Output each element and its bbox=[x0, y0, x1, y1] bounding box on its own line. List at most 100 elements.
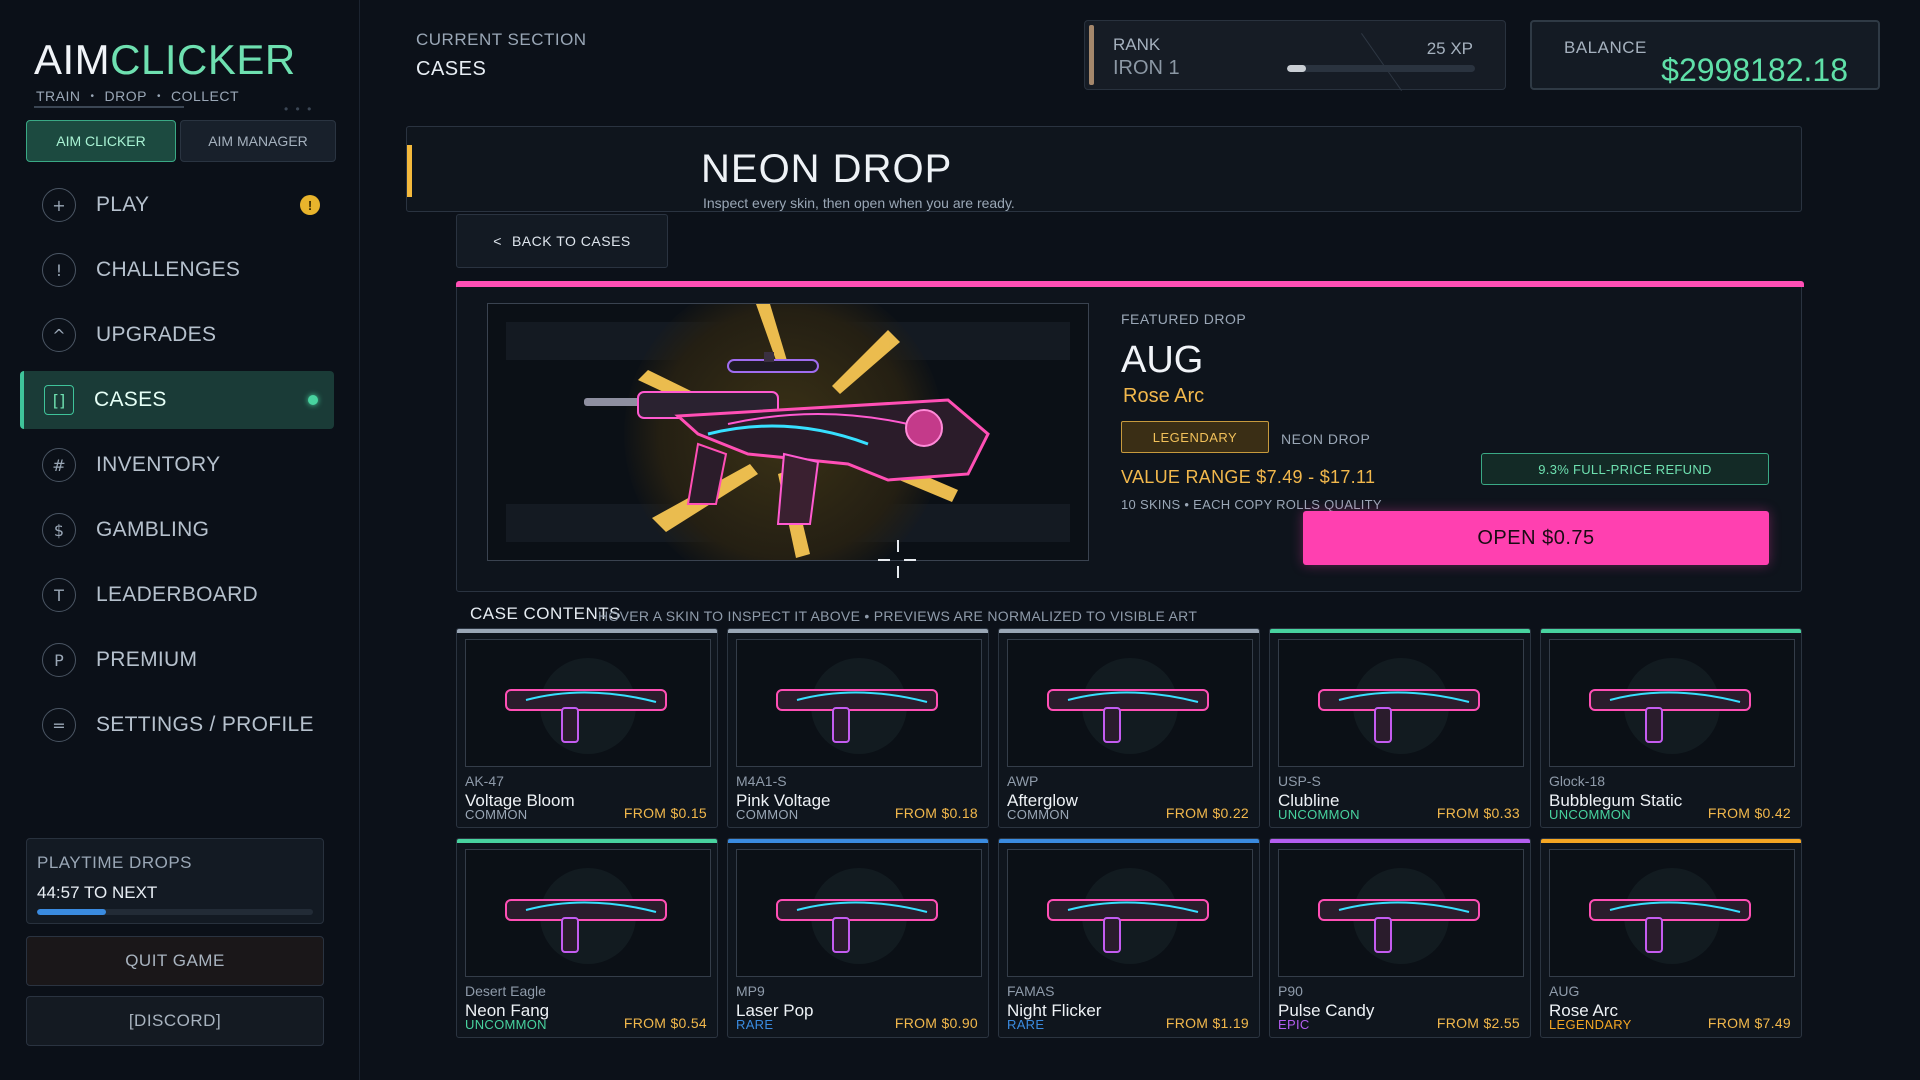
sidebar-item-leaderboard[interactable]: T LEADERBOARD bbox=[20, 566, 334, 624]
case-item-card[interactable]: M4A1-S Pink Voltage COMMON FROM $0.18 bbox=[727, 628, 989, 828]
weapon-name: MP9 bbox=[736, 983, 765, 999]
case-item-card[interactable]: AK-47 Voltage Bloom COMMON FROM $0.15 bbox=[456, 628, 718, 828]
playtime-progress-fill bbox=[37, 909, 106, 915]
balance-label: BALANCE bbox=[1564, 38, 1647, 57]
price-label: FROM $0.22 bbox=[1165, 805, 1249, 821]
tagline-underline bbox=[34, 106, 184, 108]
rarity-stripe bbox=[457, 629, 717, 633]
price-label: FROM $0.54 bbox=[623, 1015, 707, 1031]
value-range: VALUE RANGE $7.49 - $17.11 bbox=[1121, 467, 1376, 487]
price-label: FROM $0.42 bbox=[1707, 805, 1791, 821]
rarity-label: UNCOMMON bbox=[1278, 807, 1360, 822]
weapon-name: Glock-18 bbox=[1549, 773, 1606, 789]
case-header-accent bbox=[407, 145, 412, 197]
case-item-card[interactable]: Glock-18 Bubblegum Static UNCOMMON FROM $0.… bbox=[1540, 628, 1802, 828]
case-item-card[interactable]: AUG Rose Arc LEGENDARY FROM $7.49 bbox=[1540, 838, 1802, 1038]
weapon-name: M4A1-S bbox=[736, 773, 787, 789]
aug-icon bbox=[1589, 899, 1751, 953]
menu-lines-icon: = bbox=[42, 708, 76, 742]
rarity-label: EPIC bbox=[1278, 1017, 1310, 1032]
case-title: NEON DROP bbox=[701, 147, 953, 191]
case-item-card[interactable]: USP-S Clubline UNCOMMON FROM $0.33 bbox=[1269, 628, 1531, 828]
sidebar-item-play[interactable]: + PLAY ! bbox=[20, 176, 334, 234]
price-label: FROM $2.55 bbox=[1436, 1015, 1520, 1031]
sidebar-item-label: PLAY bbox=[96, 193, 150, 216]
skin-preview bbox=[736, 639, 982, 767]
back-button-label: BACK TO CASES bbox=[511, 233, 631, 249]
logo-part-aim: AIM bbox=[34, 36, 111, 83]
back-to-cases-button[interactable]: < BACK TO CASES bbox=[456, 214, 668, 268]
sidebar-item-premium[interactable]: P PREMIUM bbox=[20, 631, 334, 689]
rarity-label: UNCOMMON bbox=[465, 1017, 547, 1032]
tagline-word: TRAIN bbox=[36, 88, 81, 104]
featured-drop-panel: FEATURED DROP AUG Rose Arc LEGENDARY NEO… bbox=[456, 281, 1804, 592]
discord-button[interactable]: [DISCORD] bbox=[26, 996, 324, 1046]
rank-panel: RANK IRON 1 25 XP bbox=[1084, 20, 1506, 91]
sidebar-item-label: SETTINGS / PROFILE bbox=[96, 713, 314, 736]
alert-badge-icon: ! bbox=[300, 195, 320, 215]
caret-up-icon: ^ bbox=[42, 318, 76, 352]
current-section-value: CASES bbox=[416, 58, 487, 80]
case-item-card[interactable]: MP9 Laser Pop RARE FROM $0.90 bbox=[727, 838, 989, 1038]
price-label: FROM $0.15 bbox=[623, 805, 707, 821]
tagline: TRAIN • DROP • COLLECT bbox=[36, 88, 239, 104]
featured-label: FEATURED DROP bbox=[1121, 311, 1247, 327]
ak47-icon bbox=[505, 689, 667, 743]
case-subtitle: Inspect every skin, then open when you a… bbox=[703, 195, 1015, 211]
sidebar-item-cases[interactable]: [] CASES bbox=[20, 371, 334, 429]
weapon-name: USP-S bbox=[1278, 773, 1321, 789]
app-logo: AIMCLICKER bbox=[34, 36, 296, 84]
p90-icon bbox=[1318, 899, 1480, 953]
balance-panel: BALANCE $2998182.18 bbox=[1530, 20, 1880, 90]
rarity-label: RARE bbox=[736, 1017, 774, 1032]
skin-preview bbox=[1278, 849, 1524, 977]
rarity-label: COMMON bbox=[465, 807, 528, 822]
open-case-button[interactable]: OPEN $0.75 bbox=[1303, 511, 1769, 565]
price-label: FROM $7.49 bbox=[1707, 1015, 1791, 1031]
skin-preview bbox=[1278, 639, 1524, 767]
rarity-stripe bbox=[728, 839, 988, 843]
rarity-label: UNCOMMON bbox=[1549, 807, 1631, 822]
rank-value: IRON 1 bbox=[1113, 57, 1180, 79]
skin-preview bbox=[1007, 849, 1253, 977]
sidebar-nav: + PLAY ! ! CHALLENGES ^ UPGRADES [] CASE… bbox=[20, 176, 334, 761]
current-section-label: CURRENT SECTION bbox=[416, 30, 587, 49]
sidebar-item-label: CASES bbox=[94, 388, 167, 411]
rarity-label: COMMON bbox=[736, 807, 799, 822]
rarity-label: LEGENDARY bbox=[1549, 1017, 1632, 1032]
quit-game-button[interactable]: QUIT GAME bbox=[26, 936, 324, 986]
logo-part-clicker: CLICKER bbox=[110, 36, 296, 83]
case-item-card[interactable]: FAMAS Night Flicker RARE FROM $1.19 bbox=[998, 838, 1260, 1038]
weapon-name: FAMAS bbox=[1007, 983, 1055, 999]
sidebar-item-label: GAMBLING bbox=[96, 518, 210, 541]
sidebar-item-inventory[interactable]: # INVENTORY bbox=[20, 436, 334, 494]
tagline-word: COLLECT bbox=[170, 88, 240, 104]
rank-progress-bar bbox=[1287, 65, 1475, 72]
sidebar: AIMCLICKER TRAIN • DROP • COLLECT • • • … bbox=[0, 0, 360, 1080]
dollar-icon: $ bbox=[42, 513, 76, 547]
brackets-icon: [] bbox=[44, 385, 74, 415]
weapon-name: Desert Eagle bbox=[465, 983, 546, 999]
playtime-drops-panel: PLAYTIME DROPS 44:57 TO NEXT bbox=[26, 838, 324, 924]
decorative-dots: • • • bbox=[284, 102, 314, 116]
tagline-separator: • bbox=[156, 90, 161, 102]
tab-aim-manager[interactable]: AIM MANAGER bbox=[180, 120, 336, 162]
rarity-stripe bbox=[728, 629, 988, 633]
featured-skin-preview bbox=[487, 303, 1089, 561]
glock-icon bbox=[1589, 689, 1751, 743]
sidebar-item-upgrades[interactable]: ^ UPGRADES bbox=[20, 306, 334, 364]
skin-preview bbox=[1549, 639, 1795, 767]
sidebar-item-settings[interactable]: = SETTINGS / PROFILE bbox=[20, 696, 334, 754]
trophy-letter-icon: T bbox=[42, 578, 76, 612]
case-item-card[interactable]: AWP Afterglow COMMON FROM $0.22 bbox=[998, 628, 1260, 828]
case-item-card[interactable]: P90 Pulse Candy EPIC FROM $2.55 bbox=[1269, 838, 1531, 1038]
weapon-name: AK-47 bbox=[465, 773, 504, 789]
sidebar-item-challenges[interactable]: ! CHALLENGES bbox=[20, 241, 334, 299]
featured-skin-name: Rose Arc bbox=[1123, 385, 1205, 407]
tab-aim-clicker[interactable]: AIM CLICKER bbox=[26, 120, 176, 162]
case-item-card[interactable]: Desert Eagle Neon Fang UNCOMMON FROM $0.54 bbox=[456, 838, 718, 1038]
sidebar-item-gambling[interactable]: $ GAMBLING bbox=[20, 501, 334, 559]
skin-preview bbox=[1549, 849, 1795, 977]
rarity-stripe bbox=[999, 629, 1259, 633]
refund-badge: 9.3% FULL-PRICE REFUND bbox=[1481, 453, 1769, 485]
